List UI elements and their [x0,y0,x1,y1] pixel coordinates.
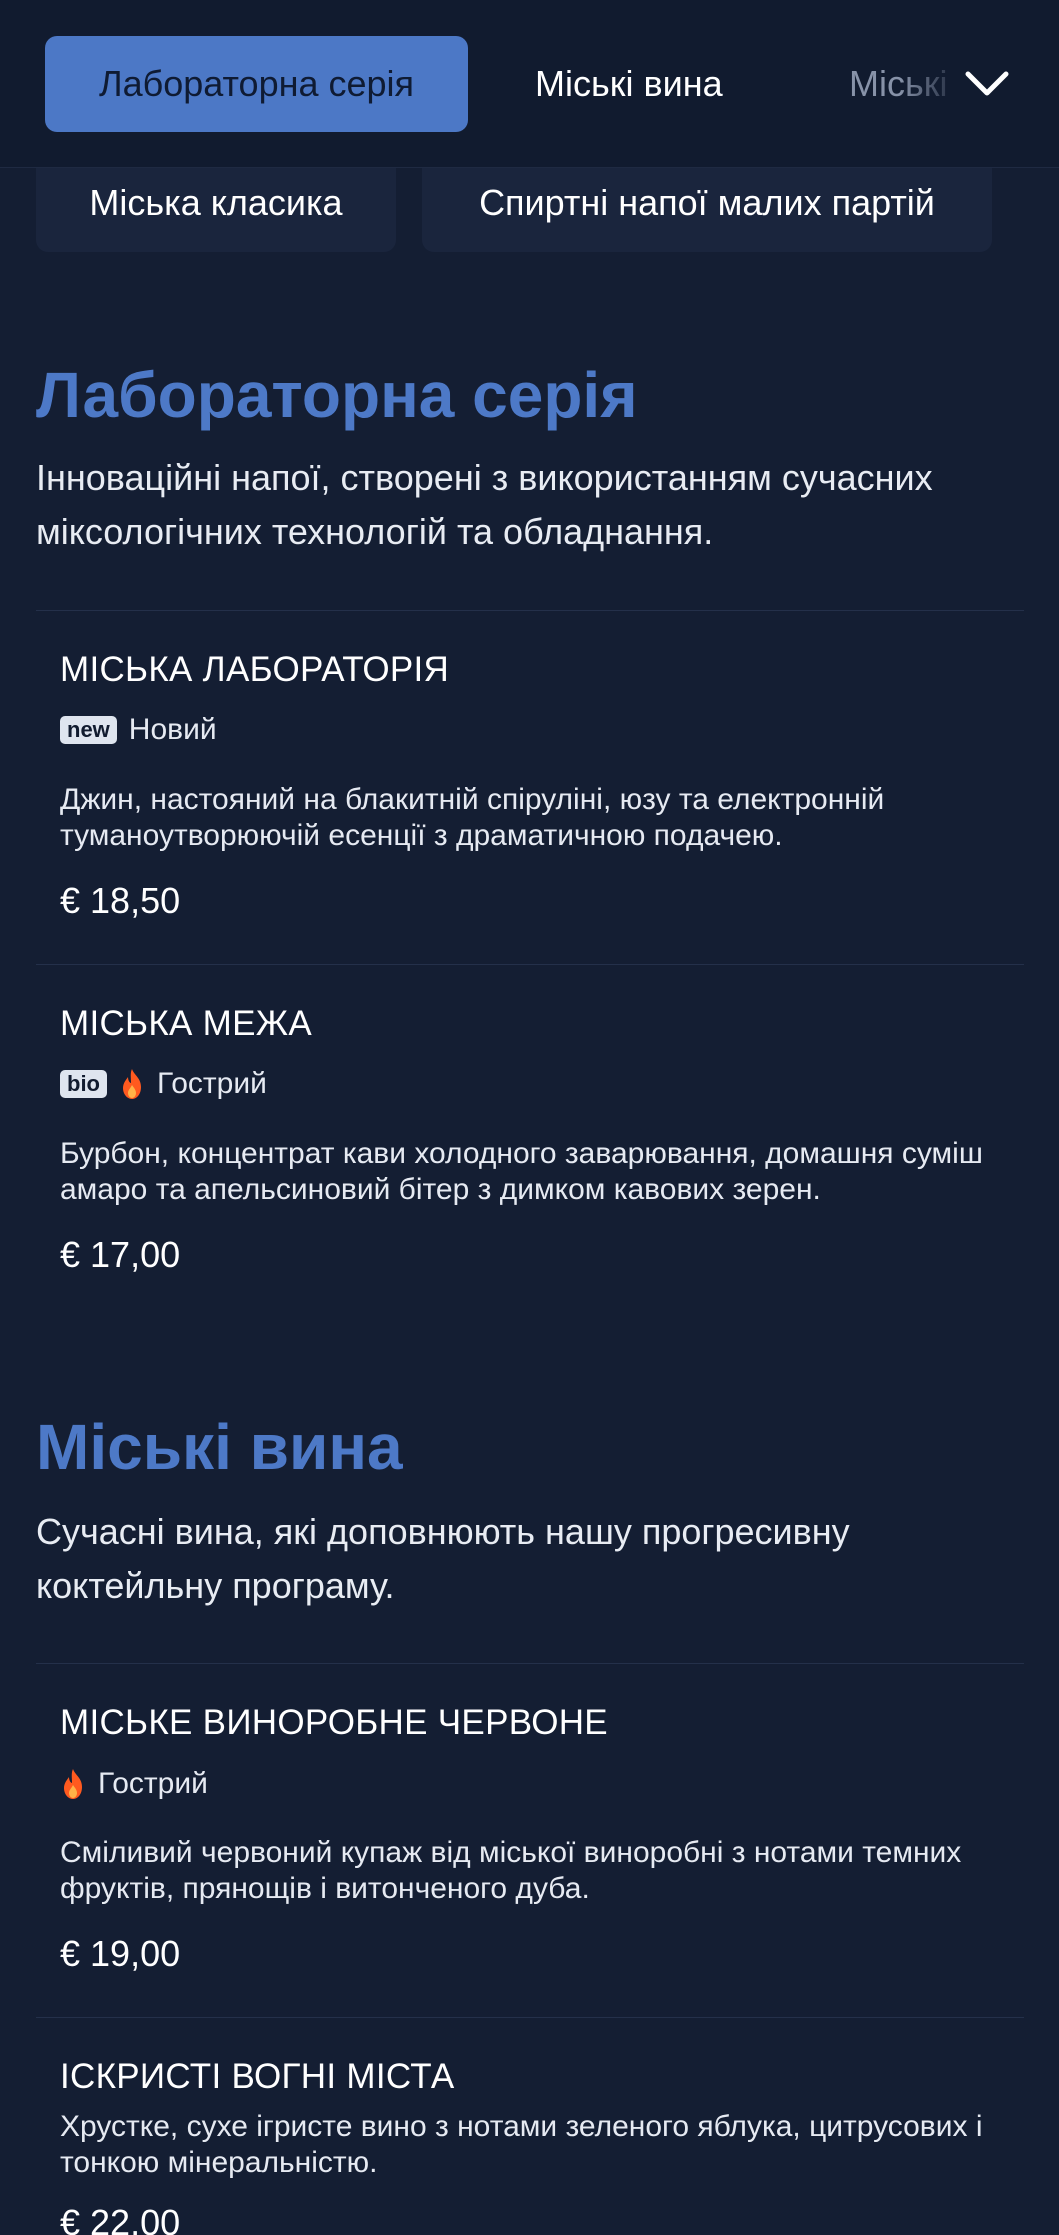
menu-page: Міська класика Спиртні напої малих парті… [0,0,1059,2235]
tab-laboratory-series[interactable]: Лабораторна серія [45,36,468,132]
menu-item-price: € 18,50 [60,880,181,921]
category-tab-bar: Лабораторна серія Міські вина Міські [0,0,1059,168]
menu-item-tags: new Новий [60,710,217,750]
section-title-city-wines: Міські вина [36,1411,403,1483]
flame-icon [123,1069,141,1099]
menu-item-name: ІСКРИСТІ ВОГНІ МІСТА [60,2057,455,2096]
menu-item-tags: Гострий [60,1764,208,1804]
menu-item-name: МІСЬКА ЛАБОРАТОРІЯ [60,650,450,689]
section-title-laboratory-series: Лабораторна серія [36,359,638,431]
menu-item-tags: bio Гострий [60,1064,267,1104]
flame-icon [64,1769,82,1799]
tag-label: Гострий [98,1767,208,1800]
divider [36,610,1024,611]
menu-item-description: Джин, настояний на блакитній спіруліні, … [60,783,885,852]
tab-city-wines[interactable]: Міські вина [535,36,723,132]
chevron-down-icon[interactable] [962,62,1012,106]
tag-label: Новий [128,713,217,746]
divider [36,2017,1024,2018]
menu-item-price: € 19,00 [60,1933,181,1974]
section-description: Інноваційні напої, створені з використан… [36,457,933,552]
tag-label: Гострий [157,1067,267,1100]
new-badge: new [60,716,117,744]
menu-item-description: Бурбон, концентрат кави холодного заварю… [60,1137,983,1206]
bio-badge: bio [60,1070,107,1098]
section-description: Сучасні вина, які доповнюють нашу прогре… [36,1511,850,1606]
divider [36,1663,1024,1664]
menu-item-name: МІСЬКА МЕЖА [60,1004,313,1043]
menu-item-price: € 22,00 [60,2202,181,2235]
divider [36,964,1024,965]
menu-item-description: Сміливий червоний купаж від міської вино… [60,1836,962,1905]
menu-item-description: Хрустке, сухе ігристе вино з нотами зеле… [60,2110,983,2179]
menu-item-price: € 17,00 [60,1234,181,1275]
menu-item-name: МІСЬКЕ ВИНОРОБНЕ ЧЕРВОНЕ [60,1703,608,1742]
